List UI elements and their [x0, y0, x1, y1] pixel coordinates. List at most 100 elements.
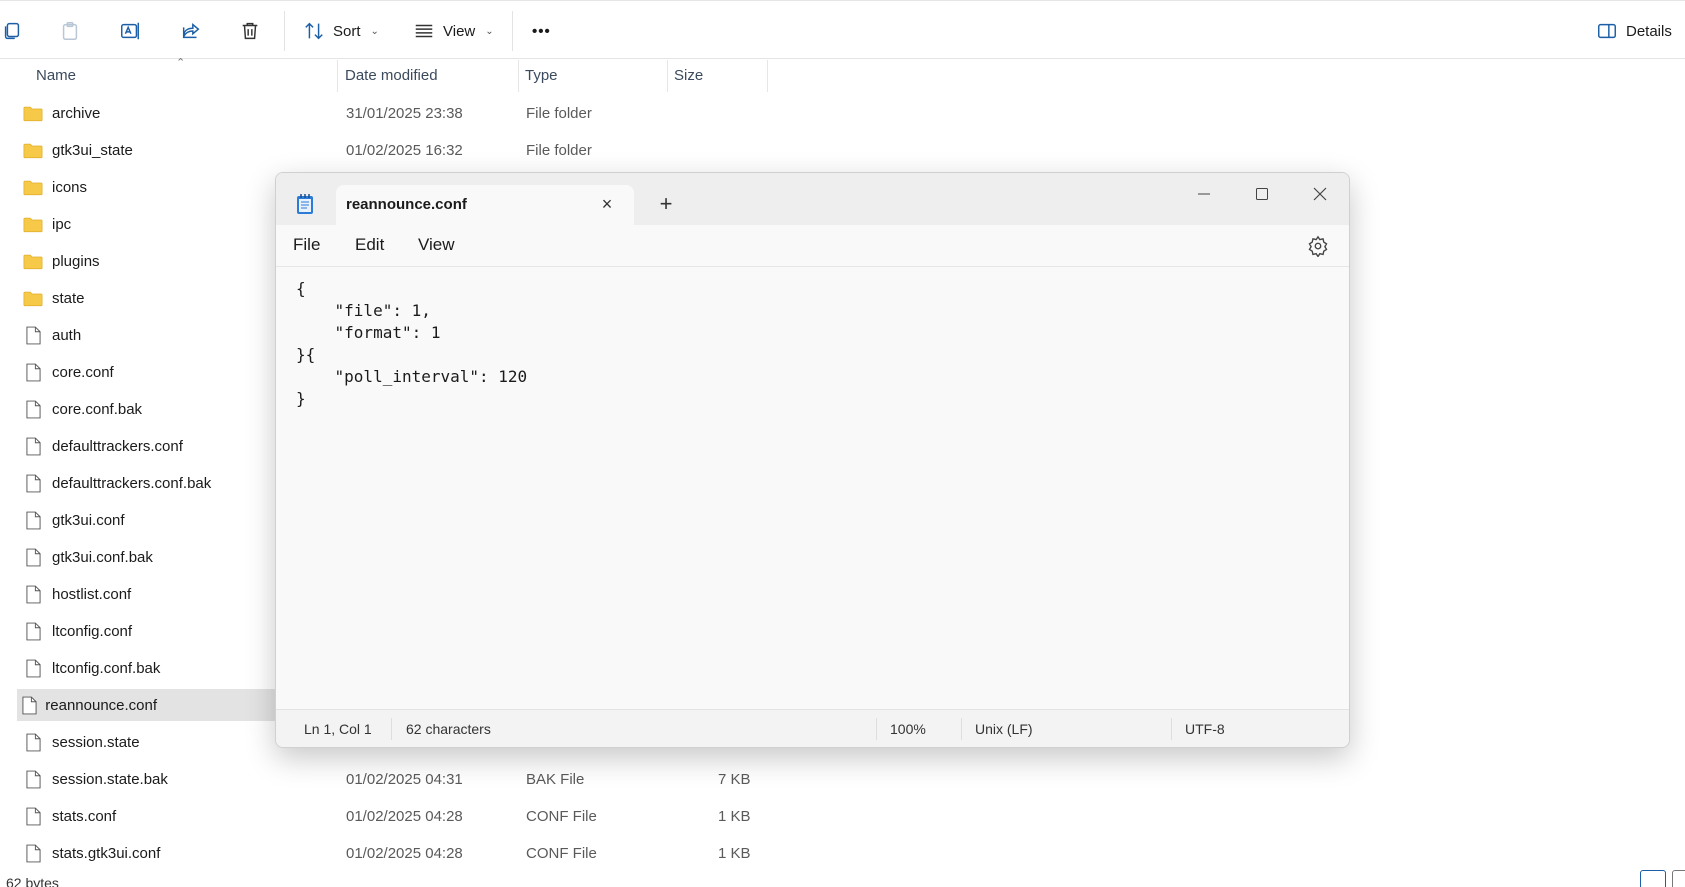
file-name: stats.conf: [52, 807, 117, 825]
maximize-icon: [1256, 188, 1268, 200]
menu-edit[interactable]: Edit: [355, 235, 384, 255]
zoom-level[interactable]: 100%: [890, 721, 926, 737]
rename-icon[interactable]: [118, 19, 142, 43]
file-row[interactable]: stats.conf 01/02/2025 04:28 CONF File 1 KB: [18, 800, 798, 832]
file-row[interactable]: reannounce.conf: [17, 689, 279, 721]
status-divider: [391, 718, 392, 740]
file-type: CONF File: [526, 844, 597, 862]
details-button[interactable]: Details: [1596, 17, 1672, 45]
notepad-window: reannounce.conf × + File Edit View { "fi…: [275, 172, 1350, 748]
more-options-icon: •••: [532, 22, 551, 40]
file-name: session.state.bak: [52, 770, 168, 788]
file-icon: [22, 510, 44, 530]
file-type: File folder: [526, 141, 592, 159]
details-view-toggle[interactable]: [1640, 870, 1666, 887]
explorer-status-text: 62 bytes: [6, 875, 59, 887]
notepad-statusbar: Ln 1, Col 1 62 characters 100% Unix (LF)…: [276, 709, 1349, 747]
file-size: 7 KB: [718, 770, 751, 788]
new-tab-button[interactable]: +: [654, 191, 678, 217]
file-size: 1 KB: [718, 844, 751, 862]
folder-icon: [22, 177, 44, 197]
folder-icon: [22, 251, 44, 271]
file-type: CONF File: [526, 807, 597, 825]
column-headers: Name Date modified Type Size: [0, 60, 800, 92]
menu-file[interactable]: File: [293, 235, 320, 255]
encoding[interactable]: UTF-8: [1185, 721, 1225, 737]
file-type: File folder: [526, 104, 592, 122]
column-header-size[interactable]: Size: [668, 60, 768, 92]
folder-icon: [22, 214, 44, 234]
more-options-button[interactable]: •••: [532, 17, 551, 45]
status-divider: [876, 718, 877, 740]
notepad-tab-title: reannounce.conf: [346, 196, 467, 213]
column-header-name[interactable]: Name: [30, 60, 338, 92]
notepad-app-icon: [296, 193, 314, 215]
view-label: View: [443, 22, 476, 40]
folder-icon: [22, 288, 44, 308]
file-icon: [22, 621, 44, 641]
cursor-position: Ln 1, Col 1: [304, 721, 372, 737]
line-ending[interactable]: Unix (LF): [975, 721, 1033, 737]
file-icon: [22, 473, 44, 493]
file-icon: [22, 436, 44, 456]
file-type: BAK File: [526, 770, 585, 788]
view-button[interactable]: View ⌄: [413, 17, 494, 45]
file-icon: [22, 399, 44, 419]
file-icon: [21, 695, 37, 715]
menu-view[interactable]: View: [418, 235, 455, 255]
paste-icon[interactable]: [58, 19, 82, 43]
status-divider: [961, 718, 962, 740]
file-icon: [22, 325, 44, 345]
delete-icon[interactable]: [238, 19, 262, 43]
share-icon[interactable]: [179, 19, 203, 43]
folder-icon: [22, 103, 44, 123]
close-icon: [1313, 187, 1327, 201]
file-icon: [22, 362, 44, 382]
close-window-button[interactable]: [1297, 179, 1343, 209]
maximize-button[interactable]: [1239, 179, 1285, 209]
notepad-text-area[interactable]: { "file": 1, "format": 1 }{ "poll_interv…: [276, 268, 1349, 708]
notepad-menubar: File Edit View: [276, 225, 1349, 267]
sort-button[interactable]: Sort ⌄: [303, 17, 379, 45]
notepad-tab[interactable]: reannounce.conf ×: [336, 185, 634, 225]
file-name: reannounce.conf: [45, 696, 158, 714]
file-icon: [22, 769, 44, 789]
chevron-down-icon: ⌄: [485, 25, 494, 37]
file-size: 1 KB: [718, 807, 751, 825]
file-icon: [22, 547, 44, 567]
chevron-down-icon: ⌄: [370, 25, 379, 37]
sort-label: Sort: [333, 22, 361, 40]
notepad-titlebar: reannounce.conf × +: [276, 173, 1349, 225]
file-date: 01/02/2025 16:32: [346, 141, 463, 159]
file-name: gtk3ui_state: [52, 141, 133, 159]
list-view-icon: [415, 24, 433, 38]
column-header-type[interactable]: Type: [519, 60, 668, 92]
file-row[interactable]: archive 31/01/2025 23:38 File folder: [18, 97, 798, 129]
copy-icon[interactable]: [0, 19, 24, 43]
toolbar: Sort ⌄ View ⌄ ••• Details: [0, 0, 1685, 59]
toolbar-divider: [512, 11, 513, 51]
file-row[interactable]: session.state.bak 01/02/2025 04:31 BAK Fil…: [18, 763, 798, 795]
file-name: stats.gtk3ui.conf: [52, 844, 161, 862]
toolbar-divider: [284, 11, 285, 51]
character-count: 62 characters: [406, 721, 491, 737]
file-date: 01/02/2025 04:28: [346, 844, 463, 862]
file-date: 01/02/2025 04:28: [346, 807, 463, 825]
column-header-date[interactable]: Date modified: [339, 60, 519, 92]
file-icon: [22, 658, 44, 678]
close-tab-icon[interactable]: ×: [598, 195, 616, 213]
file-row[interactable]: gtk3ui_state 01/02/2025 16:32 File folder: [18, 134, 798, 166]
status-divider: [1171, 718, 1172, 740]
file-row[interactable]: stats.gtk3ui.conf 01/02/2025 04:28 CONF Fi…: [18, 837, 798, 869]
file-icon: [22, 584, 44, 604]
folder-icon: [22, 140, 44, 160]
file-icon: [22, 806, 44, 826]
file-name: archive: [52, 104, 101, 122]
settings-gear-icon[interactable]: [1307, 235, 1329, 258]
minimize-button[interactable]: [1181, 179, 1227, 209]
sort-icon: [305, 22, 323, 40]
minimize-icon: [1198, 193, 1210, 195]
tiles-view-toggle[interactable]: [1672, 870, 1685, 887]
file-icon: [22, 843, 44, 863]
details-pane-icon: [1598, 23, 1616, 39]
